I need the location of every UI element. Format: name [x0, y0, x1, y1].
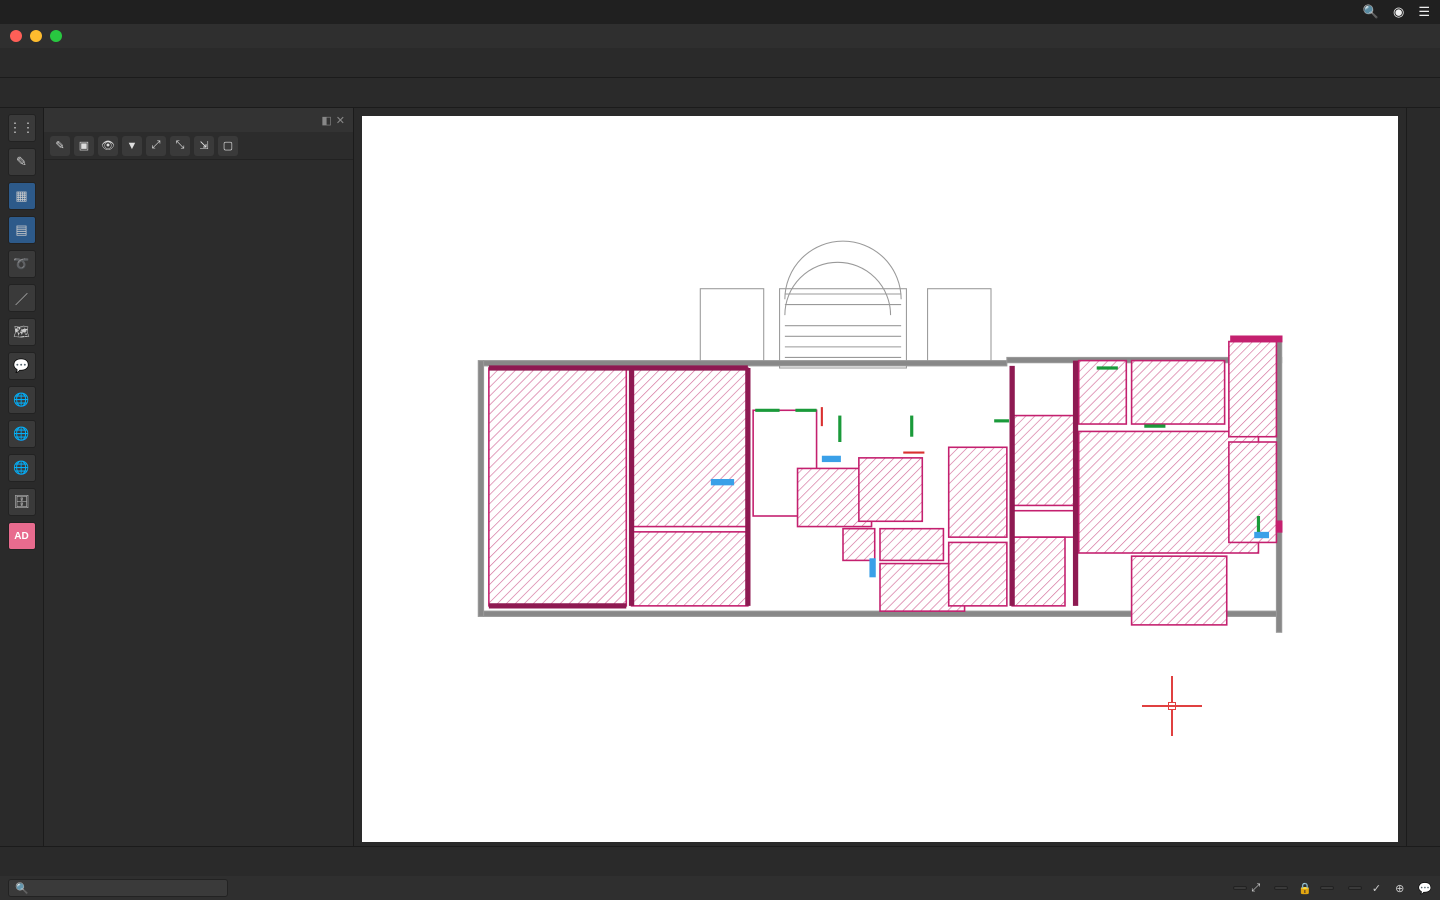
coord-value[interactable] [1233, 886, 1247, 890]
dock-line-icon[interactable]: ／ [8, 284, 36, 312]
dock-vector-icon[interactable]: ⋮⋮ [8, 114, 36, 142]
search-icon: 🔍 [15, 882, 29, 895]
dock-ad-icon[interactable]: AD [8, 522, 36, 550]
left-dock: ⋮⋮ ✎ ▦ ▤ ➰ ／ 🗺 💬 🌐 🌐 🌐 🗄 AD [0, 108, 44, 850]
eye-icon[interactable]: 👁 [98, 136, 118, 156]
panel-undock-icon[interactable]: ◧ [321, 114, 331, 127]
control-center-icon[interactable]: ☰ [1418, 4, 1430, 20]
remove-layer-icon[interactable]: ▢ [218, 136, 238, 156]
locator-search[interactable]: 🔍 [8, 879, 228, 897]
minimize-window-icon[interactable] [30, 30, 42, 42]
expand-icon[interactable]: ⤢ [146, 136, 166, 156]
traffic-lights[interactable] [10, 30, 62, 42]
collapse-icon[interactable]: ⤡ [170, 136, 190, 156]
dock-globe3-icon[interactable]: 🌐 [8, 454, 36, 482]
toolbar-row-2 [0, 78, 1440, 108]
dock-globe-icon[interactable]: 🌐 [8, 386, 36, 414]
lock-icon[interactable]: 🔒 [1298, 882, 1312, 895]
dock-snap-icon[interactable]: ▦ [8, 182, 36, 210]
dock-chat-icon[interactable]: 💬 [8, 352, 36, 380]
render-check[interactable]: ✓ [1372, 882, 1381, 895]
macos-menubar: 🔍 ◉ ☰ [0, 0, 1440, 24]
siri-icon[interactable]: ◉ [1393, 4, 1404, 20]
scale-value[interactable] [1274, 886, 1288, 890]
styling-icon[interactable]: ✎ [50, 136, 70, 156]
messages-icon[interactable]: 💬 [1418, 882, 1432, 895]
dock-pen-icon[interactable]: ✎ [8, 148, 36, 176]
layers-panel: ◧ ✕ ✎ ▣ 👁 ▼ ⤢ ⤡ ⇲ ▢ [44, 108, 354, 850]
layers-toolbar: ✎ ▣ 👁 ▼ ⤢ ⤡ ⇲ ▢ [44, 132, 353, 160]
panel-close-icon[interactable]: ✕ [336, 114, 345, 127]
collapse2-icon[interactable]: ⇲ [194, 136, 214, 156]
map-canvas-wrap [354, 108, 1406, 850]
toolbar-row-1 [0, 48, 1440, 78]
dock-grid-icon[interactable]: ▤ [8, 216, 36, 244]
dock-curve-icon[interactable]: ➰ [8, 250, 36, 278]
rotation-value[interactable] [1348, 886, 1362, 890]
crs-icon[interactable]: ⊕ [1395, 882, 1404, 895]
right-dock [1406, 108, 1440, 850]
close-window-icon[interactable] [10, 30, 22, 42]
spotlight-icon[interactable]: 🔍 [1363, 4, 1379, 20]
bottom-toolbar [0, 846, 1440, 876]
zoom-window-icon[interactable] [50, 30, 62, 42]
lupa-value[interactable] [1320, 886, 1334, 890]
window-titlebar [0, 24, 1440, 48]
status-bar: 🔍 ⤢ 🔒 ✓ ⊕ 💬 [0, 876, 1440, 900]
dock-map-icon[interactable]: 🗺 [8, 318, 36, 346]
filter-icon[interactable]: ▼ [122, 136, 142, 156]
dock-globe2-icon[interactable]: 🌐 [8, 420, 36, 448]
layer-tree[interactable] [44, 160, 353, 850]
extent-icon[interactable]: ⤢ [1251, 882, 1260, 895]
map-canvas[interactable] [362, 116, 1398, 842]
add-group-icon[interactable]: ▣ [74, 136, 94, 156]
dock-db-icon[interactable]: 🗄 [8, 488, 36, 516]
